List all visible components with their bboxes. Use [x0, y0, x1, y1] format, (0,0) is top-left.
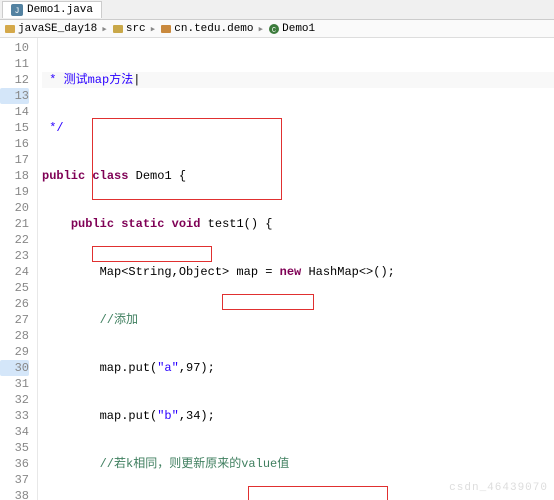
highlight-box [92, 246, 212, 262]
chevron-right-icon: ▸ [258, 22, 265, 36]
highlight-box [248, 486, 388, 500]
code-editor[interactable]: 10 11 12 13 14 15 16 17 18 19 20 21 22 2… [0, 38, 554, 500]
chevron-right-icon: ▸ [150, 22, 157, 36]
tab-label: Demo1.java [27, 4, 93, 16]
code-area[interactable]: * 测试map方法| */ public class Demo1 { publi… [38, 38, 554, 500]
code-text: 测试map方法 [64, 73, 134, 87]
breadcrumb-project[interactable]: javaSE_day18 [4, 23, 97, 35]
svg-text:C: C [272, 27, 276, 35]
highlight-box [222, 294, 314, 310]
chevron-right-icon: ▸ [101, 22, 108, 36]
line-gutter: 10 11 12 13 14 15 16 17 18 19 20 21 22 2… [0, 38, 38, 500]
java-file-icon: J [11, 4, 23, 16]
breadcrumb-package[interactable]: cn.tedu.demo [160, 23, 253, 35]
breadcrumb: javaSE_day18 ▸ src ▸ cn.tedu.demo ▸ CDem… [0, 20, 554, 38]
breadcrumb-class[interactable]: CDemo1 [268, 23, 315, 35]
watermark: csdn_46439070 [449, 480, 548, 496]
svg-text:J: J [15, 7, 20, 16]
tab-bar: J Demo1.java [0, 0, 554, 20]
editor-tab[interactable]: J Demo1.java [2, 1, 102, 18]
breadcrumb-src[interactable]: src [112, 23, 146, 35]
